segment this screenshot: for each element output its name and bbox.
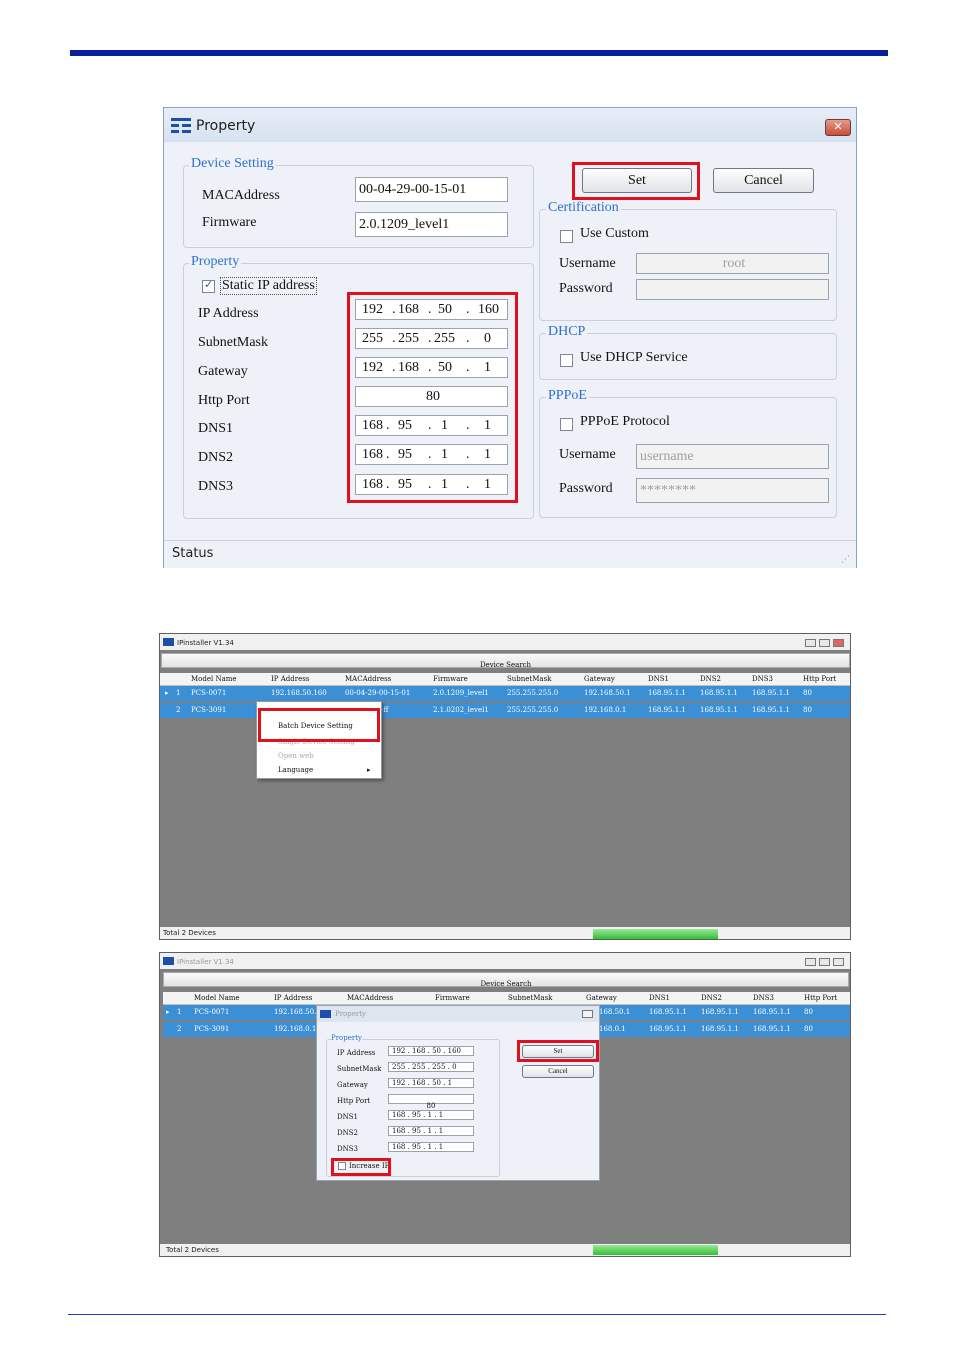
window1-titlebar: IPinstaller V1.34	[160, 634, 850, 650]
batch-property-group	[326, 1039, 500, 1177]
highlight-set-button	[572, 162, 700, 200]
batch-property-dialog: Property Property IP Address 192 . 168 .…	[316, 1005, 600, 1181]
highlight-increase-ip	[331, 1158, 391, 1176]
pppoe-legend: PPPoE	[546, 388, 589, 404]
app-icon	[163, 638, 174, 646]
mac-field: 00-04-29-00-15-01	[355, 177, 508, 202]
batch-gateway-field[interactable]: 192 . 168 . 50 . 1	[388, 1078, 474, 1088]
gateway-label: Gateway	[198, 364, 248, 379]
http-port-label: Http Port	[198, 393, 250, 408]
subnet-label: SubnetMask	[198, 335, 268, 350]
close-icon[interactable]	[582, 1010, 593, 1018]
highlight-batch-set	[517, 1040, 599, 1062]
window2-titlebar: IPinstaller V1.34	[160, 953, 850, 969]
property-legend: Property	[189, 254, 242, 270]
mac-label: MACAddress	[202, 188, 280, 203]
static-ip-checkbox[interactable]	[202, 278, 215, 293]
certification-legend: Certification	[546, 200, 621, 216]
minimize-icon[interactable]	[805, 639, 816, 647]
batch-subnet-label: SubnetMask	[337, 1065, 382, 1073]
window1-title: IPinstaller V1.34	[177, 639, 234, 647]
batch-dns2-label: DNS2	[337, 1129, 358, 1137]
batch-dialog-title: Property	[335, 1010, 367, 1018]
close-icon[interactable]	[833, 639, 844, 647]
device-search-button[interactable]: Device Search	[163, 972, 849, 988]
device-count: Total 2 Devices	[163, 929, 216, 937]
window1-statusbar: Total 2 Devices	[160, 927, 850, 939]
app-icon	[171, 118, 191, 133]
static-ip-label: Static IP address	[220, 277, 317, 295]
pppoe-password-field[interactable]: ********	[636, 478, 829, 503]
device-count: Total 2 Devices	[166, 1246, 219, 1254]
app-icon	[163, 957, 174, 965]
menu-item-open-web[interactable]: Open web	[278, 752, 314, 760]
window2-title: IPinstaller V1.34	[177, 958, 234, 966]
highlight-ip-fields	[347, 292, 518, 503]
batch-dns1-field[interactable]: 168 . 95 . 1 . 1	[388, 1110, 474, 1120]
batch-dns1-label: DNS1	[337, 1113, 358, 1121]
maximize-icon[interactable]	[819, 639, 830, 647]
ipinstaller-window-1: IPinstaller V1.34 Device Search Model Na…	[159, 633, 851, 940]
cert-password-field[interactable]	[636, 279, 829, 300]
batch-ip-label: IP Address	[337, 1049, 376, 1057]
maximize-icon[interactable]	[819, 958, 830, 966]
progress-bar	[593, 929, 718, 939]
table-header: Model Name IP Address MACAddress Firmwar…	[160, 673, 850, 686]
property-dialog: Property ✕ Device Setting MACAddress 00-…	[163, 107, 857, 568]
header-rule	[70, 50, 888, 56]
device-setting-legend: Device Setting	[189, 156, 276, 172]
minimize-icon[interactable]	[805, 958, 816, 966]
batch-ip-field[interactable]: 192 . 168 . 50 . 160	[388, 1046, 474, 1056]
batch-cancel-button[interactable]: Cancel	[522, 1065, 594, 1078]
firmware-label: Firmware	[202, 215, 257, 230]
batch-dns3-label: DNS3	[337, 1145, 358, 1153]
resize-grip-icon[interactable]: ⋰	[841, 555, 850, 565]
footer-rule	[68, 1314, 886, 1315]
use-dhcp-checkbox[interactable]	[560, 354, 573, 367]
batch-property-legend: Property	[331, 1034, 363, 1042]
pppoe-username-label: Username	[559, 447, 616, 462]
pppoe-username-field[interactable]: username	[636, 444, 829, 469]
dialog-titlebar: Property ✕	[164, 108, 856, 142]
close-icon[interactable]: ✕	[825, 119, 851, 136]
table-header: Model Name IP Address MACAddress Firmwar…	[163, 992, 850, 1005]
submenu-arrow-icon: ▸	[367, 766, 371, 774]
device-search-button[interactable]: Device Search	[161, 653, 850, 669]
menu-item-language[interactable]: Language	[278, 766, 313, 774]
cert-username-label: Username	[559, 256, 616, 271]
batch-dns2-field[interactable]: 168 . 95 . 1 . 1	[388, 1126, 474, 1136]
use-dhcp-label: Use DHCP Service	[580, 350, 688, 365]
cancel-button[interactable]: Cancel	[713, 168, 814, 193]
batch-gateway-label: Gateway	[337, 1081, 368, 1089]
dns1-label: DNS1	[198, 421, 234, 436]
ip-label: IP Address	[198, 306, 259, 321]
batch-http-field[interactable]: 80	[388, 1094, 474, 1110]
pppoe-checkbox[interactable]	[560, 418, 573, 431]
dns2-label: DNS2	[198, 450, 234, 465]
highlight-batch-setting	[258, 708, 380, 742]
batch-dns3-field[interactable]: 168 . 95 . 1 . 1	[388, 1142, 474, 1152]
dhcp-legend: DHCP	[546, 324, 588, 340]
status-bar: Status ⋰	[164, 540, 856, 568]
dns3-label: DNS3	[198, 479, 234, 494]
firmware-field: 2.0.1209_level1	[355, 212, 508, 237]
progress-bar	[593, 1245, 718, 1255]
table-row[interactable]: ▸ 1 PCS-0071 192.168.50.160 00-04-29-00-…	[160, 686, 850, 701]
status-text: Status	[172, 546, 214, 561]
pppoe-password-label: Password	[559, 481, 613, 496]
cert-password-label: Password	[559, 281, 613, 296]
app-icon	[320, 1010, 331, 1018]
batch-subnet-field[interactable]: 255 . 255 . 255 . 0	[388, 1062, 474, 1072]
window2-statusbar: Total 2 Devices	[160, 1244, 850, 1256]
pppoe-label: PPPoE Protocol	[580, 414, 670, 429]
cert-username-field[interactable]: root	[636, 253, 829, 274]
use-custom-label: Use Custom	[580, 226, 649, 241]
use-custom-checkbox[interactable]	[560, 230, 573, 243]
batch-dialog-titlebar: Property	[317, 1006, 599, 1022]
ipinstaller-window-2: IPinstaller V1.34 Device Search Model Na…	[159, 952, 851, 1257]
close-icon[interactable]	[833, 958, 844, 966]
batch-http-label: Http Port	[337, 1097, 371, 1105]
dialog-title: Property	[196, 118, 256, 134]
